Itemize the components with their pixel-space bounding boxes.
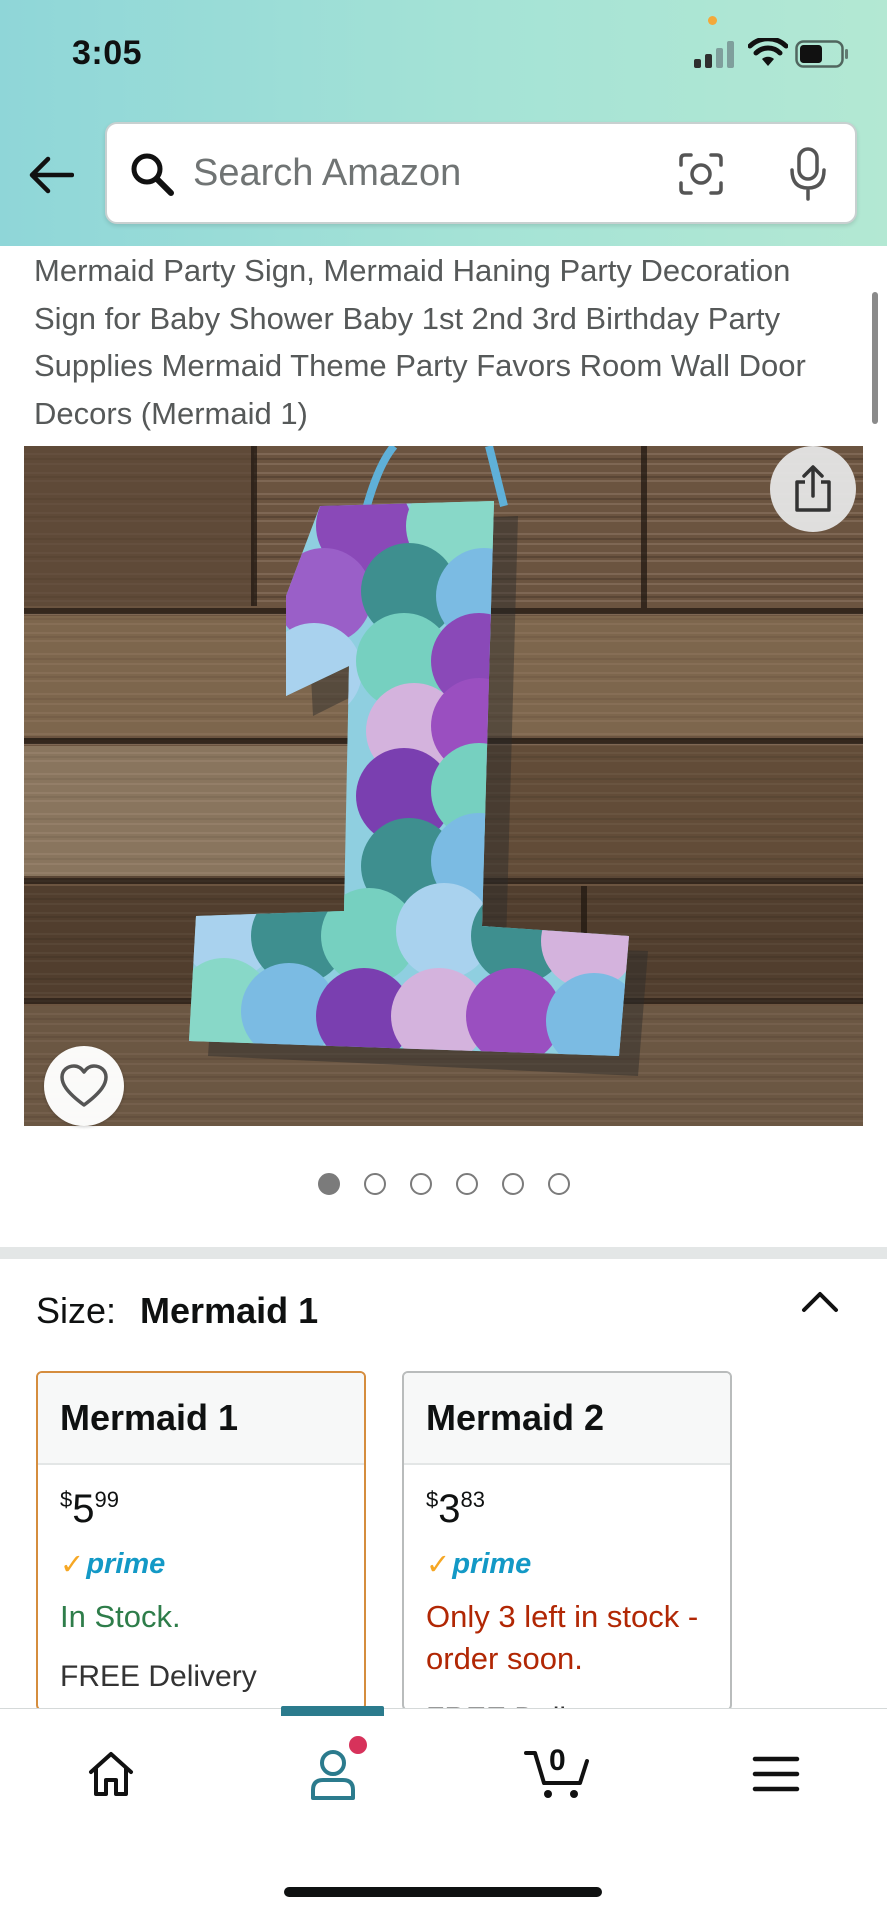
price-fraction: 99 xyxy=(94,1487,119,1512)
tab-menu[interactable] xyxy=(746,1744,806,1804)
tab-home[interactable] xyxy=(81,1744,141,1804)
privacy-indicator-dot xyxy=(708,16,717,25)
prime-badge: ✓ prime xyxy=(60,1547,342,1582)
price-fraction: 83 xyxy=(460,1487,485,1512)
size-selector-header[interactable]: Size: Mermaid 1 xyxy=(36,1290,318,1332)
status-time: 3:05 xyxy=(72,34,143,72)
product-photo xyxy=(24,446,863,1126)
carousel-dot[interactable] xyxy=(548,1173,570,1195)
price-symbol: $ xyxy=(426,1487,439,1512)
share-icon xyxy=(795,465,831,512)
search-icon xyxy=(131,153,174,196)
size-option-mermaid-1[interactable]: Mermaid 1 $5 99 ✓ prime In Stock. FREE Del… xyxy=(36,1371,366,1711)
account-icon xyxy=(311,1750,355,1800)
size-option-mermaid-2[interactable]: Mermaid 2 $3 83 ✓ prime Only 3 left in sto… xyxy=(402,1371,732,1711)
heart-icon xyxy=(60,1064,108,1107)
carousel-dot[interactable] xyxy=(502,1173,524,1195)
prime-check-icon: ✓ xyxy=(60,1549,85,1581)
size-selected-value: Mermaid 1 xyxy=(140,1290,319,1331)
share-button[interactable] xyxy=(770,446,856,532)
prime-badge: ✓ prime xyxy=(426,1547,708,1582)
search-input[interactable] xyxy=(193,142,653,204)
prime-label: prime xyxy=(86,1548,166,1580)
menu-icon xyxy=(752,1756,800,1792)
stock-status: Only 3 left in stock - order soon. xyxy=(426,1599,699,1676)
battery-icon xyxy=(795,40,848,68)
back-button[interactable] xyxy=(24,148,78,202)
notification-badge xyxy=(347,1734,369,1756)
camera-lens-icon[interactable] xyxy=(677,151,725,197)
size-label: Size: xyxy=(36,1290,117,1331)
wishlist-button[interactable] xyxy=(44,1046,124,1126)
price-whole: 3 xyxy=(438,1487,461,1531)
microphone-icon[interactable] xyxy=(787,146,829,202)
prime-check-icon: ✓ xyxy=(426,1549,451,1581)
delivery-info: FREE Delivery xyxy=(60,1660,257,1693)
wifi-icon xyxy=(748,38,788,66)
carousel-dot[interactable] xyxy=(410,1173,432,1195)
option-name: Mermaid 1 xyxy=(38,1373,364,1465)
scrollbar[interactable] xyxy=(872,292,878,424)
carousel-dot[interactable] xyxy=(364,1173,386,1195)
cart-count: 0 xyxy=(549,1744,566,1777)
price-symbol: $ xyxy=(60,1487,73,1512)
active-tab-indicator xyxy=(281,1706,384,1716)
carousel-dot[interactable] xyxy=(318,1173,340,1195)
search-bar[interactable] xyxy=(105,122,857,224)
product-title: Mermaid Party Sign, Mermaid Haning Party… xyxy=(34,253,806,431)
app-header: 3:05 xyxy=(0,0,887,246)
image-carousel-indicator[interactable] xyxy=(318,1173,570,1195)
product-image[interactable] xyxy=(24,446,863,1126)
option-price: $3 83 xyxy=(426,1487,708,1531)
home-icon xyxy=(89,1752,133,1796)
price-whole: 5 xyxy=(72,1487,95,1531)
home-indicator[interactable] xyxy=(284,1887,602,1897)
cellular-signal-icon xyxy=(694,40,734,68)
carousel-dot[interactable] xyxy=(456,1173,478,1195)
stock-status: In Stock. xyxy=(60,1599,181,1634)
section-divider xyxy=(0,1247,887,1259)
back-arrow-icon xyxy=(29,156,74,194)
option-name: Mermaid 2 xyxy=(404,1373,730,1465)
prime-label: prime xyxy=(452,1548,532,1580)
chevron-up-icon[interactable] xyxy=(800,1288,840,1316)
option-price: $5 99 xyxy=(60,1487,342,1531)
